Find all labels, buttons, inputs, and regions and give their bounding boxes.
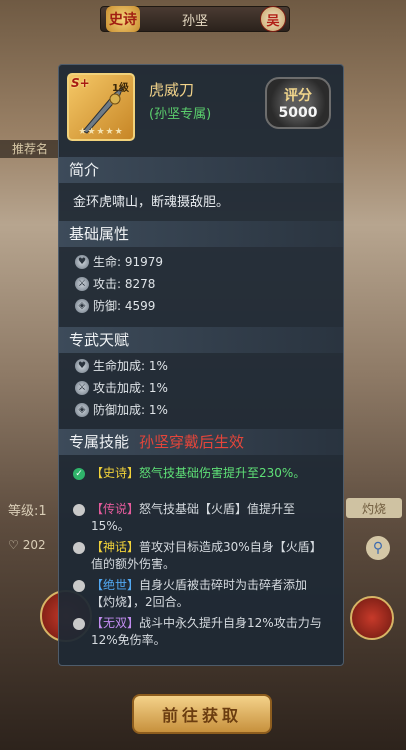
section-skills-title: 专属技能 孙坚穿戴后生效 [59,429,343,455]
skill-text: 【传说】怒气技基础【火盾】值提升至15%。 [91,502,296,533]
item-header: S+ 1级 ★★★★★ 虎威刀 (孙坚专属) 评分 5000 [59,65,343,153]
search-icon[interactable]: ⚲ [366,536,390,560]
power-display: ♡ 202 [8,538,46,552]
power-value: 202 [22,538,46,552]
skill-row-shenhua: 【神话】普攻对目标造成30%自身【火盾】值的额外伤害。 [73,539,331,573]
item-icon-frame: S+ 1级 ★★★★★ [67,73,135,141]
skills-subtitle: 孙坚穿戴后生效 [139,433,245,451]
score-label: 评分 [284,88,312,104]
talent-atk: ⚔ 攻击加成: 1% [75,379,168,396]
section-base-attrs-title: 基础属性 [59,221,343,247]
level-label: 等级:1 [8,504,47,519]
hero-name: 孙坚 [181,13,208,29]
skill-row-wushuang: 【无双】战斗中永久提升自身12%攻击力与12%免伤率。 [73,615,331,649]
stat-def: ◈ 防御: 4599 [75,297,155,314]
talent-def: ◈ 防御加成: 1% [75,401,168,418]
item-grade: S+ [71,76,90,90]
bullet-icon [73,504,85,516]
item-level: 1级 [112,83,129,94]
sword-icon: ⚔ [75,276,89,291]
score-badge: 评分 5000 [265,77,331,129]
talent-hp: ♥ 生命加成: 1% [75,357,168,374]
bullet-icon [73,618,85,630]
skill-text: 【神话】普攻对目标造成30%自身【火盾】值的额外伤害。 [91,540,322,571]
fetch-button[interactable]: 前往获取 [132,694,272,734]
item-detail-panel: S+ 1级 ★★★★★ 虎威刀 (孙坚专属) 评分 5000 简介 金环虎啸山，… [58,64,344,666]
heart-icon: ♥ [75,358,89,373]
score-value: 5000 [278,105,318,121]
skill-text: 【绝世】自身火盾被击碎时为击碎者添加【灼烧】，2回合。 [91,578,308,609]
bullet-icon [73,580,85,592]
skill-row-jueshi: 【绝世】自身火盾被击碎时为击碎者添加【灼烧】，2回合。 [73,577,331,611]
scorch-tag: 灼烧 [346,498,402,518]
skill-text: 【史诗】怒气技基础伤害提升至230%。 [91,466,306,480]
check-icon: ✓ [73,468,85,480]
recommend-label: 推荐名 [0,140,60,158]
skill-row-shishi: ✓ 【史诗】怒气技基础伤害提升至230%。 [73,465,331,482]
power-icon: ♡ [8,538,19,552]
stat-atk: ⚔ 攻击: 8278 [75,275,155,292]
section-talent-title: 专武天赋 [59,327,343,353]
item-name: 虎威刀 [149,81,195,99]
shield-icon: ◈ [75,298,89,313]
intro-text: 金环虎啸山，断魂摄敌胆。 [73,195,230,210]
stat-hp: ♥ 生命: 91979 [75,253,163,270]
skills-title: 专属技能 [69,433,130,451]
skill-row-chuanshuo: 【传说】怒气技基础【火盾】值提升至15%。 [73,501,331,535]
item-stars: ★★★★★ [78,127,124,137]
sword-icon: ⚔ [75,380,89,395]
equip-slot-right[interactable] [350,596,394,640]
heart-icon: ♥ [75,254,89,269]
section-intro-title: 简介 [59,157,343,183]
quality-tag: 史诗 [106,6,140,32]
faction-badge: 吴 [260,6,286,32]
skill-text: 【无双】战斗中永久提升自身12%攻击力与12%免伤率。 [91,616,322,647]
bullet-icon [73,542,85,554]
item-owner: (孙坚专属) [149,107,212,122]
shield-icon: ◈ [75,402,89,417]
